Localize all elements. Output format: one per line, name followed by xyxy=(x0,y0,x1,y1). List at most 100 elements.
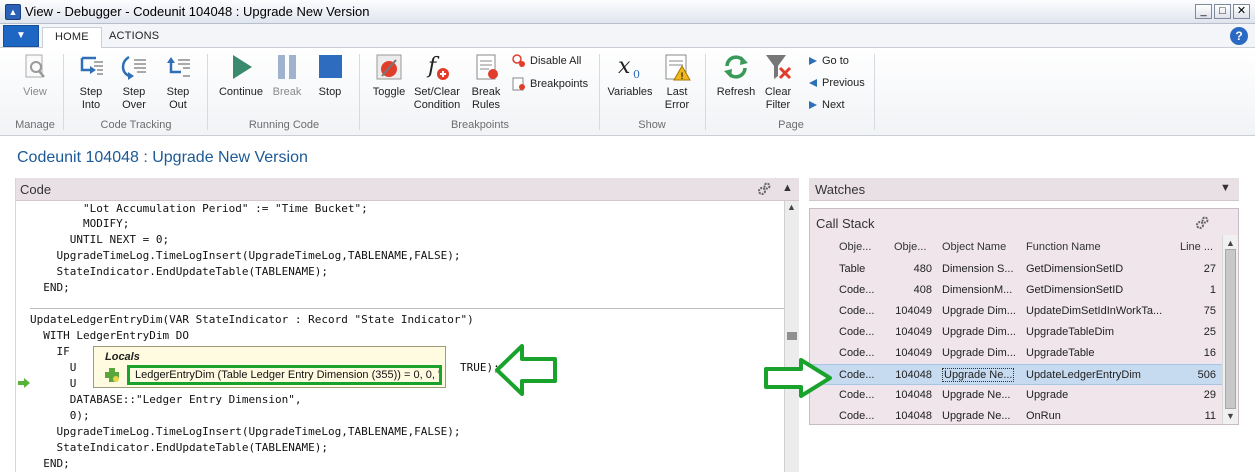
call-stack-row[interactable]: Code... 104049 Upgrade Dim... UpgradeTableD… xyxy=(810,322,1222,343)
code-panel: Code ▲ "Lot Accumulation Period" := "Tim… xyxy=(15,178,799,472)
locals-variable-row[interactable]: LedgerEntryDim (Table Ledger Entry Dimen… xyxy=(127,365,442,385)
expand-chevron-icon[interactable]: ▼ xyxy=(1220,182,1231,194)
minimize-button[interactable]: _ xyxy=(1195,4,1212,19)
refresh-label: Refresh xyxy=(716,86,756,98)
cell-line: 25 xyxy=(1203,326,1216,338)
code-scrollbar[interactable]: ▲ xyxy=(784,201,799,472)
ribbon-separator xyxy=(63,54,64,130)
toggle-breakpoint-button[interactable]: Toggle xyxy=(370,52,408,99)
set-clear-condition-button[interactable]: f Set/Clear Condition xyxy=(413,52,461,112)
call-stack-row[interactable]: Code... 104048 Upgrade Ne... OnRun 11 xyxy=(810,406,1222,427)
next-button[interactable]: Next xyxy=(808,99,845,111)
watches-title: Watches xyxy=(815,182,866,197)
scroll-thumb[interactable] xyxy=(787,332,797,340)
code-editor[interactable]: "Lot Accumulation Period" := "Time Bucke… xyxy=(30,201,784,472)
title-bar: ▲ View - Debugger - Codeunit 104048 : Up… xyxy=(0,0,1255,24)
maximize-button[interactable]: □ xyxy=(1214,4,1231,19)
last-error-button[interactable]: ! Last Error xyxy=(661,52,693,112)
call-stack-row[interactable]: Code... 104049 Upgrade Dim... UpdateDimSetI… xyxy=(810,301,1222,322)
cell-object-name: Upgrade Ne... xyxy=(942,389,1011,401)
call-stack-row[interactable]: Code... 104048 Upgrade Ne... Upgrade 29 xyxy=(810,385,1222,406)
cell-line: 11 xyxy=(1204,410,1216,422)
step-into-button[interactable]: Step Into xyxy=(75,52,107,112)
close-button[interactable]: ✕ xyxy=(1233,4,1250,19)
variables-button[interactable]: x 0 Variables xyxy=(606,52,654,99)
breakpoints-button[interactable]: Breakpoints xyxy=(512,77,588,91)
code-line-current: U xyxy=(30,377,77,390)
break-rules-button[interactable]: Break Rules xyxy=(468,52,504,112)
application-menu-button[interactable]: ▼ xyxy=(3,25,39,47)
expand-plus-icon[interactable] xyxy=(104,367,120,383)
call-stack-row-selected[interactable]: Code... 104048 Upgrade Ne... UpdateLedgerEn… xyxy=(810,364,1222,385)
callout-arrow-right-icon xyxy=(764,358,832,398)
column-header-object-type[interactable]: Obje... xyxy=(839,241,871,253)
scroll-up-icon[interactable]: ▲ xyxy=(1226,238,1235,248)
disable-breakpoints-icon xyxy=(512,54,525,67)
column-header-function-name[interactable]: Function Name xyxy=(1026,241,1101,253)
code-line: UNTIL NEXT = 0; xyxy=(30,233,170,246)
call-stack-row[interactable]: Table 480 Dimension S... GetDimensionSetID 2… xyxy=(810,259,1222,280)
code-line: U xyxy=(30,361,77,374)
call-stack-row[interactable]: Code... 104049 Upgrade Dim... UpgradeTable 1… xyxy=(810,343,1222,364)
next-arrow-icon xyxy=(809,101,817,110)
ribbon-separator xyxy=(705,54,706,130)
code-line: MODIFY; xyxy=(30,217,130,230)
scroll-down-icon[interactable]: ▼ xyxy=(1226,411,1235,421)
clear-filter-button[interactable]: Clear Filter xyxy=(763,52,793,112)
tab-actions[interactable]: ACTIONS xyxy=(97,27,171,48)
refresh-button[interactable]: Refresh xyxy=(714,52,758,99)
cell-object-id: 480 xyxy=(913,263,932,275)
step-over-label-1: Step xyxy=(122,86,146,98)
column-header-line[interactable]: Line ... xyxy=(1180,241,1213,253)
cell-function-name: UpdateDimSetIdInWorkTa... xyxy=(1026,305,1163,317)
cell-object-name: Upgrade Dim... xyxy=(942,326,1016,338)
group-show-label: Show xyxy=(638,119,666,131)
view-label: View xyxy=(23,86,47,98)
ribbon-tabs: ▼ HOME ACTIONS ? xyxy=(0,24,1255,49)
code-split-divider[interactable] xyxy=(30,308,784,309)
previous-button[interactable]: Previous xyxy=(808,77,865,89)
break-button[interactable]: Break xyxy=(270,52,304,99)
tab-home[interactable]: HOME xyxy=(42,27,102,49)
view-button[interactable]: View xyxy=(20,52,50,99)
last-error-label-2: Error xyxy=(664,99,690,111)
gear-icon[interactable] xyxy=(757,182,771,196)
stop-label: Stop xyxy=(318,86,342,98)
play-icon xyxy=(233,55,252,79)
disable-all-button[interactable]: Disable All xyxy=(512,54,581,68)
stop-button[interactable]: Stop xyxy=(315,52,345,99)
gear-icon[interactable] xyxy=(1195,216,1209,230)
step-over-label-2: Over xyxy=(122,99,146,111)
call-stack-scrollbar[interactable]: ▲ ▼ xyxy=(1222,235,1238,424)
scroll-up-icon[interactable]: ▲ xyxy=(787,202,796,212)
cell-function-name: Upgrade xyxy=(1026,389,1069,401)
help-icon[interactable]: ? xyxy=(1230,27,1248,45)
group-code-tracking-label: Code Tracking xyxy=(100,119,172,131)
step-out-button[interactable]: Step Out xyxy=(162,52,194,112)
previous-label: Previous xyxy=(822,77,865,89)
step-over-button[interactable]: Step Over xyxy=(118,52,150,112)
cell-object-type: Code... xyxy=(839,369,875,381)
view-icon xyxy=(25,54,45,78)
break-label: Break xyxy=(272,86,302,98)
break-rules-label-1: Break xyxy=(471,86,501,98)
step-out-label-1: Step xyxy=(166,86,190,98)
call-stack-row[interactable]: Code... 408 DimensionM... GetDimensionSetID… xyxy=(810,280,1222,301)
pause-icon xyxy=(278,55,296,79)
code-panel-title: Code xyxy=(20,182,52,197)
break-rules-icon xyxy=(476,54,498,80)
column-header-object-name[interactable]: Object Name xyxy=(942,241,1006,253)
cell-line: 506 xyxy=(1197,369,1216,381)
current-line-arrow-icon xyxy=(18,378,30,388)
cell-function-name: GetDimensionSetID xyxy=(1026,284,1124,296)
scroll-thumb[interactable] xyxy=(1225,249,1236,409)
cell-object-id: 104049 xyxy=(895,305,932,317)
ribbon-separator xyxy=(874,54,875,130)
cell-line: 27 xyxy=(1203,263,1216,275)
callout-arrow-left-icon xyxy=(495,344,557,396)
clear-filter-label-2: Filter xyxy=(765,99,791,111)
collapse-chevron-icon[interactable]: ▲ xyxy=(782,182,793,194)
continue-button[interactable]: Continue xyxy=(216,52,266,99)
column-header-object-id[interactable]: Obje... xyxy=(894,241,926,253)
go-to-button[interactable]: Go to xyxy=(808,55,849,67)
